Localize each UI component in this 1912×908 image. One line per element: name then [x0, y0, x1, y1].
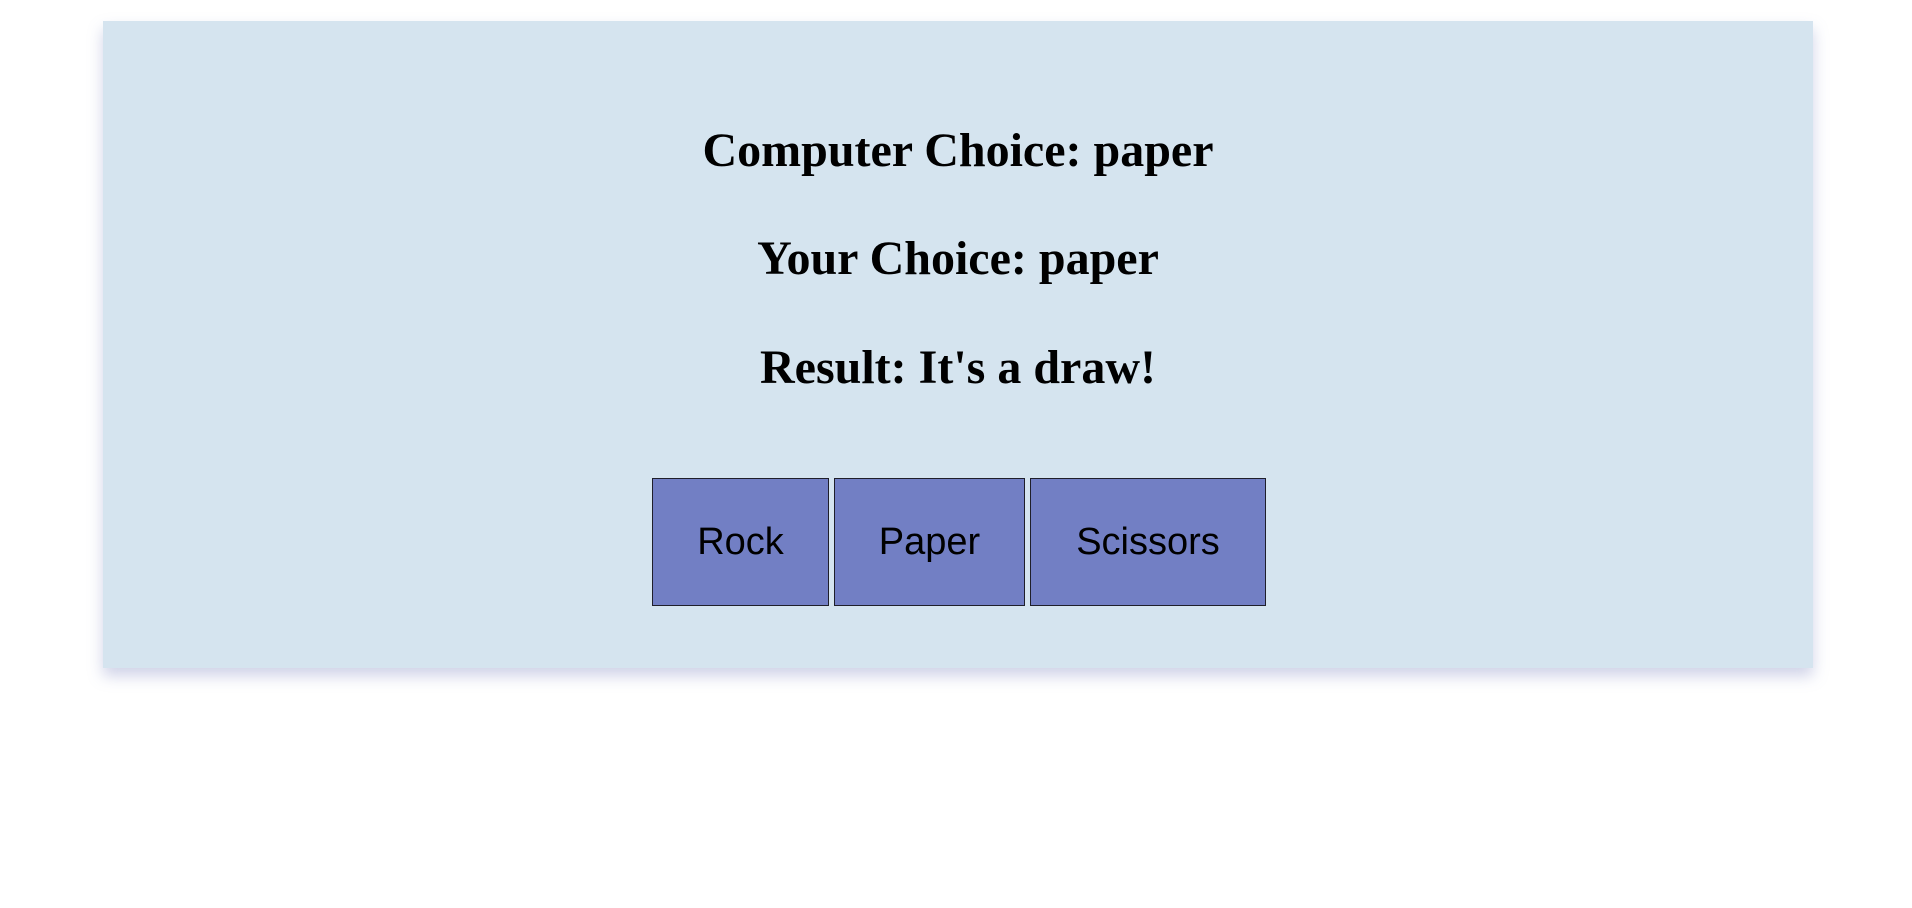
- result-text: Result: It's a draw!: [760, 341, 1156, 394]
- scissors-button[interactable]: Scissors: [1030, 478, 1266, 606]
- choice-buttons: Rock Paper Scissors: [103, 478, 1813, 606]
- your-choice-text: Your Choice: paper: [757, 232, 1159, 285]
- rock-button[interactable]: Rock: [652, 478, 829, 606]
- computer-choice-text: Computer Choice: paper: [702, 124, 1214, 177]
- paper-button[interactable]: Paper: [834, 478, 1025, 606]
- game-panel: Computer Choice: paper Your Choice: pape…: [103, 21, 1813, 668]
